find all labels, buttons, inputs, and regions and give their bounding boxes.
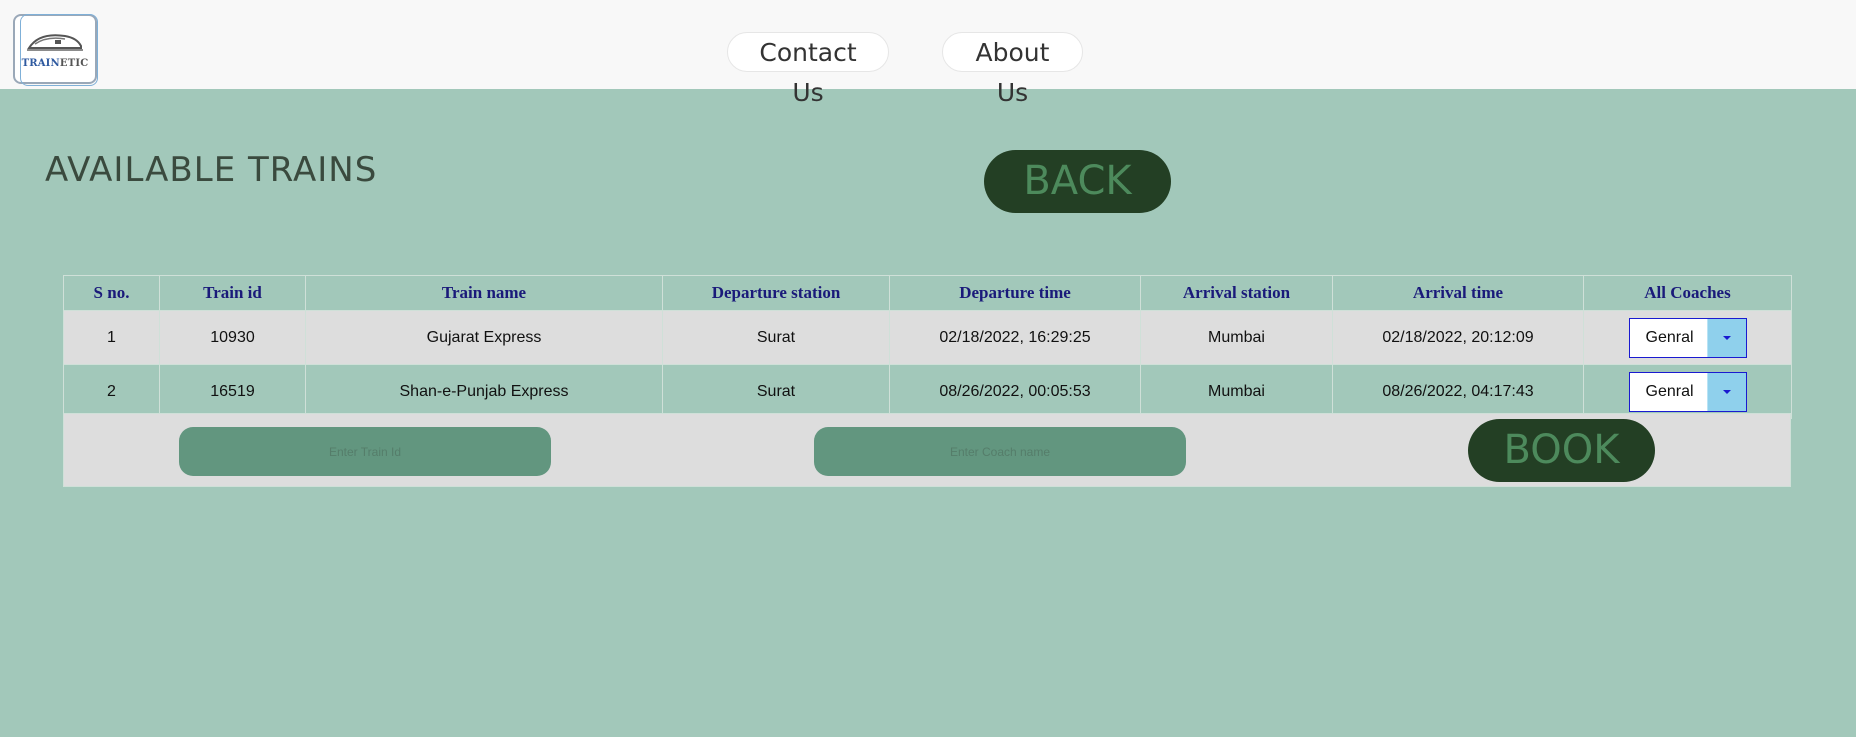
header-train-id: Train id [159,275,306,311]
coach-select[interactable]: Genral [1628,317,1747,358]
cell-arrival-station: Mumbai [1140,364,1333,419]
header-departure-station: Departure station [662,275,890,311]
cell-departure-station: Surat [662,364,890,419]
contact-us-link[interactable]: Contact Us [727,32,889,107]
cell-train-name: Shan-e-Punjab Express [305,364,663,419]
cell-departure-time: 02/18/2022, 16:29:25 [889,310,1141,365]
cell-train-id: 10930 [159,310,306,365]
cell-sno: 1 [63,310,160,365]
chevron-down-icon[interactable] [1706,318,1746,357]
cell-arrival-station: Mumbai [1140,310,1333,365]
back-button[interactable]: BACK [984,150,1171,213]
page-title: AVAILABLE TRAINS [45,150,378,190]
header-sno: S no. [63,275,160,311]
header-train-name: Train name [305,275,663,311]
train-icon [27,34,83,51]
coach-select[interactable]: Genral [1628,371,1747,412]
table-row: 2 16519 Shan-e-Punjab Express Surat 08/2… [63,364,1792,419]
cell-sno: 2 [63,364,160,419]
chevron-down-icon[interactable] [1706,372,1746,411]
header-arrival-time: Arrival time [1332,275,1584,311]
coach-select-value: Genral [1645,328,1694,346]
trains-table: S no. Train id Train name Departure stat… [63,275,1792,419]
header-arrival-station: Arrival station [1140,275,1333,311]
cell-departure-time: 08/26/2022, 00:05:53 [889,364,1141,419]
book-button[interactable]: BOOK [1468,419,1655,482]
cell-arrival-time: 02/18/2022, 20:12:09 [1332,310,1584,365]
top-nav-bar: TRAINETIC Contact Us About Us [0,0,1856,107]
train-id-input[interactable] [179,427,551,476]
cell-train-name: Gujarat Express [305,310,663,365]
header-all-coaches: All Coaches [1583,275,1792,311]
booking-form: BOOK [63,413,1791,487]
trainetic-logo[interactable]: TRAINETIC [13,14,98,86]
logo-wordmark: TRAINETIC [15,58,95,69]
about-us-link[interactable]: About Us [942,32,1083,107]
cell-arrival-time: 08/26/2022, 04:17:43 [1332,364,1584,419]
table-row: 1 10930 Gujarat Express Surat 02/18/2022… [63,310,1792,365]
header-departure-time: Departure time [889,275,1141,311]
logo-text-b: ETIC [59,58,89,69]
logo-text-a: TRAIN [21,58,60,69]
cell-coach: Genral [1583,310,1792,365]
cell-coach: Genral [1583,364,1792,419]
cell-departure-station: Surat [662,310,890,365]
table-header-row: S no. Train id Train name Departure stat… [63,275,1792,311]
coach-name-input[interactable] [814,427,1186,476]
coach-select-value: Genral [1645,382,1694,400]
cell-train-id: 16519 [159,364,306,419]
